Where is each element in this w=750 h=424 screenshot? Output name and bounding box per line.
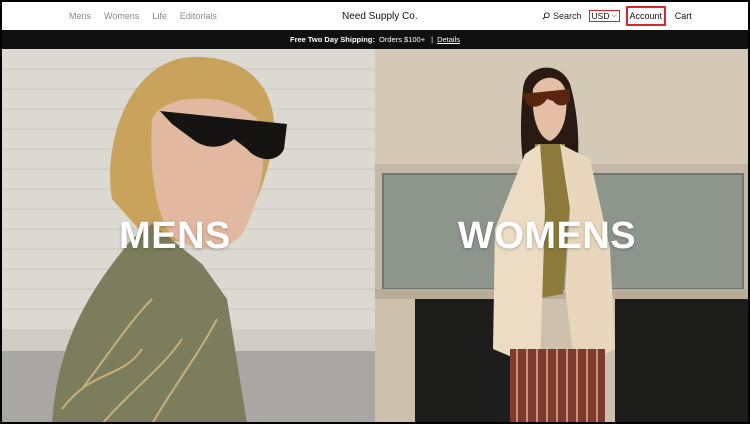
promo-text: Orders $100+ <box>379 35 426 44</box>
search-button[interactable]: Search <box>542 11 582 21</box>
womens-hero-panel[interactable]: WOMENS <box>375 49 748 422</box>
currency-value: USD <box>591 11 610 21</box>
search-label: Search <box>553 11 582 21</box>
top-navigation: Mens Womens Life Editorials Need Supply … <box>2 2 748 30</box>
nav-link-womens[interactable]: Womens <box>104 11 139 21</box>
nav-link-life[interactable]: Life <box>152 11 167 21</box>
nav-link-mens[interactable]: Mens <box>69 11 91 21</box>
promo-banner: Free Two Day Shipping: Orders $100+ | De… <box>2 30 748 49</box>
chevron-down-icon: ⌵ <box>611 12 617 19</box>
cart-link[interactable]: Cart <box>675 11 692 21</box>
currency-select[interactable]: USD ⌵ <box>588 10 620 22</box>
mens-hero-panel[interactable]: MENS <box>2 49 375 422</box>
account-link[interactable]: Account <box>625 6 666 26</box>
browser-viewport: Mens Womens Life Editorials Need Supply … <box>0 0 750 424</box>
search-icon <box>542 12 550 20</box>
mens-title[interactable]: MENS <box>2 215 348 258</box>
brand-logo[interactable]: Need Supply Co. <box>342 2 418 30</box>
promo-headline: Free Two Day Shipping: <box>289 35 375 44</box>
nav-link-editorials[interactable]: Editorials <box>180 11 217 21</box>
promo-separator: | <box>431 35 434 44</box>
primary-nav: Mens Womens Life Editorials <box>69 2 217 30</box>
womens-title[interactable]: WOMENS <box>375 215 719 258</box>
promo-details-link[interactable]: Details <box>437 35 460 44</box>
utility-nav: Search USD ⌵ Account Cart <box>542 2 692 30</box>
